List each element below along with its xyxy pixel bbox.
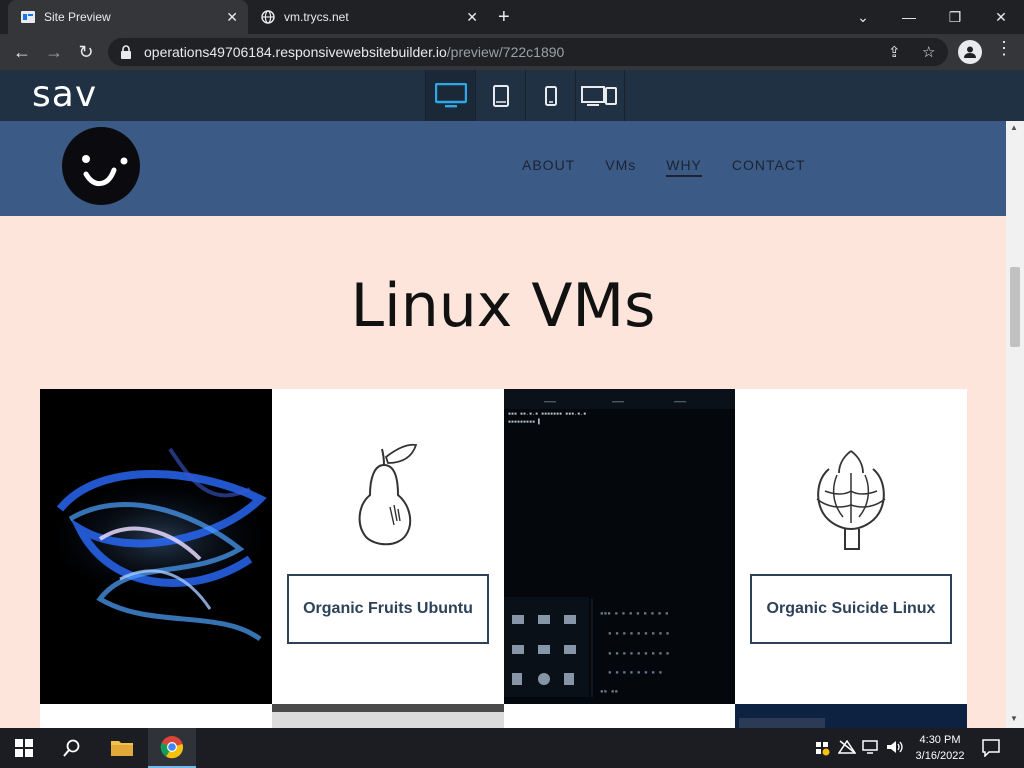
site-header: ABOUT VMs WHY CONTACT bbox=[0, 121, 1006, 216]
tab-title: Site Preview bbox=[44, 10, 111, 24]
svg-text:▪ ▪ ▪ ▪ ▪ ▪ ▪ ▪ ▪: ▪ ▪ ▪ ▪ ▪ ▪ ▪ ▪ ▪ bbox=[608, 630, 669, 637]
bookmark-star-icon[interactable]: ☆ bbox=[922, 43, 935, 61]
site-nav: ABOUT VMs WHY CONTACT bbox=[522, 157, 806, 177]
security-shield-icon[interactable] bbox=[814, 740, 830, 761]
volume-icon[interactable] bbox=[886, 740, 904, 759]
vm-card-organic-suicide-linux[interactable]: Organic Suicide Linux bbox=[735, 389, 967, 704]
clock-time: 4:30 PM bbox=[919, 734, 961, 746]
restore-icon[interactable]: ❐ bbox=[932, 0, 978, 34]
blue-light-swirl-image bbox=[40, 389, 272, 704]
url-host: operations49706184.responsivewebsitebuil… bbox=[144, 44, 447, 60]
chrome-icon bbox=[160, 736, 184, 759]
nav-about[interactable]: ABOUT bbox=[522, 157, 575, 177]
nav-why[interactable]: WHY bbox=[666, 157, 702, 177]
multi-device-icon bbox=[581, 85, 617, 106]
artichoke-icon bbox=[816, 450, 886, 550]
globe-icon bbox=[260, 9, 276, 25]
close-tab-icon[interactable]: ✕ bbox=[226, 9, 238, 26]
back-icon[interactable]: ← bbox=[12, 42, 32, 63]
system-clock[interactable]: 4:30 PM 3/16/2022 bbox=[912, 732, 968, 764]
pear-icon bbox=[358, 443, 418, 546]
phone-preview-button[interactable] bbox=[525, 70, 575, 121]
phone-icon bbox=[544, 85, 557, 106]
display-icon[interactable] bbox=[862, 740, 880, 759]
tablet-preview-button[interactable] bbox=[475, 70, 525, 121]
builder-logo: sav bbox=[32, 74, 98, 115]
windows-taskbar: 4:30 PM 3/16/2022 bbox=[0, 728, 1024, 768]
lock-icon bbox=[120, 45, 134, 59]
section-heading: Linux VMs bbox=[350, 271, 656, 341]
svg-text:▬▬▬▬: ▬▬▬▬ bbox=[674, 399, 686, 405]
svg-text:▬▬▬▬: ▬▬▬▬ bbox=[544, 399, 556, 405]
vm-label-button[interactable]: Organic Fruits Ubuntu bbox=[287, 574, 489, 644]
forward-icon[interactable]: → bbox=[44, 42, 64, 63]
svg-text:▪ ▪ ▪ ▪ ▪ ▪ ▪ ▪ ▪: ▪ ▪ ▪ ▪ ▪ ▪ ▪ ▪ ▪ bbox=[608, 650, 669, 657]
vm-card-image[interactable] bbox=[40, 389, 272, 704]
desktop-preview-button[interactable] bbox=[425, 70, 475, 121]
network-disconnected-icon[interactable] bbox=[837, 739, 857, 759]
vm-card-row2-4[interactable] bbox=[735, 704, 967, 728]
file-explorer-icon[interactable] bbox=[98, 728, 146, 768]
device-switcher bbox=[425, 70, 625, 121]
tab-site-preview[interactable]: Site Preview ✕ bbox=[8, 0, 248, 34]
scroll-down-icon[interactable]: ▼ bbox=[1010, 714, 1018, 723]
svg-text:▪▪▪ ▪ ▪ ▪ ▪ ▪ ▪ ▪ ▪: ▪▪▪ ▪ ▪ ▪ ▪ ▪ ▪ ▪ ▪ bbox=[600, 610, 669, 617]
notification-center-icon[interactable] bbox=[982, 739, 1000, 762]
minimize-icon[interactable]: — bbox=[886, 0, 932, 34]
svg-text:▪▪▪ ▪▪.▪.▪ ▪▪▪▪▪▪▪ ▪▪▪.▪.▪: ▪▪▪ ▪▪.▪.▪ ▪▪▪▪▪▪▪ ▪▪▪.▪.▪ bbox=[508, 411, 586, 417]
start-button[interactable] bbox=[0, 728, 48, 768]
vm-label-button[interactable]: Organic Suicide Linux bbox=[750, 574, 952, 644]
nav-vms[interactable]: VMs bbox=[605, 157, 636, 177]
browser-tab-strip: Site Preview ✕ vm.trycs.net ✕ + ⌄ — ❐ ✕ bbox=[0, 0, 1024, 34]
clock-date: 3/16/2022 bbox=[915, 750, 965, 762]
new-tab-icon[interactable]: + bbox=[498, 6, 510, 29]
vm-card-terminal[interactable]: ▬▬▬▬ ▬▬▬▬ ▬▬▬▬ ▪▪▪ ▪▪.▪.▪ ▪▪▪▪▪▪▪ ▪▪▪.▪.… bbox=[504, 389, 736, 704]
browser-toolbar: ← → ↻ operations49706184.responsivewebsi… bbox=[0, 34, 1024, 70]
url-path: /preview/722c1890 bbox=[446, 44, 565, 60]
tablet-icon bbox=[492, 84, 509, 107]
builder-toolbar: sav bbox=[0, 70, 1024, 121]
tab-search-chevron-icon[interactable]: ⌄ bbox=[840, 0, 886, 34]
site-preview: ABOUT VMs WHY CONTACT Linux VMs Organic … bbox=[0, 121, 1006, 728]
multi-device-preview-button[interactable] bbox=[575, 70, 625, 121]
site-logo[interactable] bbox=[62, 127, 140, 205]
address-bar[interactable]: operations49706184.responsivewebsitebuil… bbox=[108, 38, 948, 66]
tab-title: vm.trycs.net bbox=[284, 10, 349, 24]
terminal-screenshot-image: ▬▬▬▬ ▬▬▬▬ ▬▬▬▬ ▪▪▪ ▪▪.▪.▪ ▪▪▪▪▪▪▪ ▪▪▪.▪.… bbox=[504, 389, 735, 704]
close-window-icon[interactable]: ✕ bbox=[978, 0, 1024, 34]
search-icon[interactable] bbox=[48, 728, 96, 768]
reload-icon[interactable]: ↻ bbox=[76, 42, 96, 63]
vm-card-organic-fruits-ubuntu[interactable]: Organic Fruits Ubuntu bbox=[272, 389, 504, 704]
tab-vm-trycs[interactable]: vm.trycs.net ✕ bbox=[250, 0, 488, 34]
svg-text:▬▬▬▬: ▬▬▬▬ bbox=[612, 399, 624, 405]
profile-avatar-icon[interactable] bbox=[958, 40, 982, 64]
vm-card-row2-1[interactable] bbox=[40, 704, 272, 728]
scroll-up-icon[interactable]: ▲ bbox=[1010, 123, 1018, 132]
desktop-icon bbox=[434, 82, 467, 107]
vm-card-row2-3[interactable] bbox=[504, 704, 736, 728]
share-icon[interactable]: ⇪ bbox=[888, 43, 901, 61]
vm-card-row2-2[interactable] bbox=[272, 704, 504, 728]
svg-text:▪ ▪ ▪ ▪ ▪ ▪ ▪ ▪: ▪ ▪ ▪ ▪ ▪ ▪ ▪ ▪ bbox=[608, 669, 662, 676]
svg-text:▪▪ ▪▪: ▪▪ ▪▪ bbox=[600, 688, 618, 695]
svg-text:▪▪▪▪▪▪▪▪▪ ▌: ▪▪▪▪▪▪▪▪▪ ▌ bbox=[508, 418, 541, 425]
chrome-taskbar-button[interactable] bbox=[148, 728, 196, 768]
scrollbar-thumb[interactable] bbox=[1010, 267, 1020, 347]
kebab-menu-icon[interactable]: ⋮ bbox=[995, 38, 1013, 59]
nav-contact[interactable]: CONTACT bbox=[732, 157, 806, 177]
close-tab-icon[interactable]: ✕ bbox=[466, 9, 478, 26]
site-preview-favicon bbox=[20, 9, 36, 25]
windows-logo-icon bbox=[15, 739, 33, 757]
page-scrollbar[interactable]: ▲ ▼ bbox=[1006, 121, 1024, 728]
